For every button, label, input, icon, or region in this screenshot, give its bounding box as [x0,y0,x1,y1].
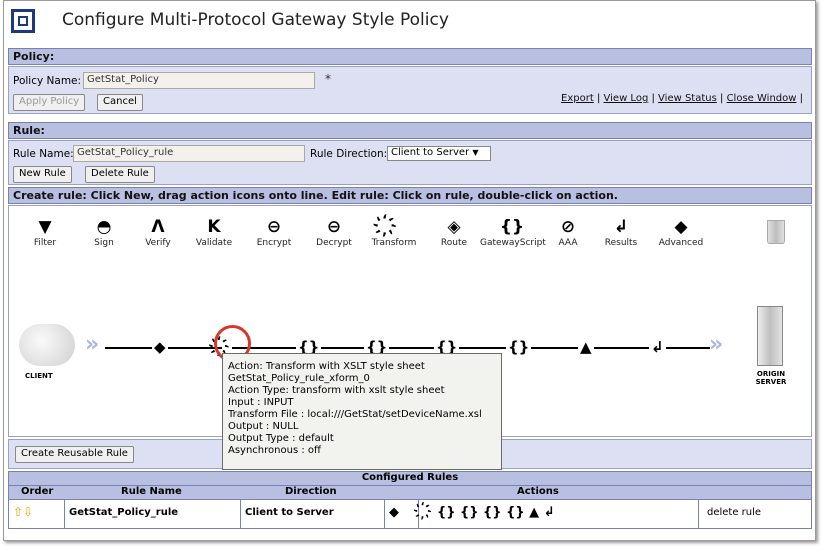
palette-label: Filter [33,238,57,248]
palette-label: Transform [371,238,417,248]
processing-rule-line [105,347,710,349]
client-label: CLIENT [25,372,53,380]
advanced-icon: ◆ [674,217,688,237]
tooltip-line: Output : NULL [228,421,299,432]
policy-name-label: Policy Name: [13,75,82,87]
decrypt-icon: ⊖ [326,217,342,237]
palette-validate[interactable]: K Validate [182,216,246,248]
rule-node-gatewayscript[interactable]: {} [506,334,532,360]
rule-name-input[interactable]: GetStat_Policy_rule [73,145,305,162]
configured-rules-table: Configured Rules Order Rule Name Directi… [8,471,812,529]
column-actions: Actions [517,486,559,497]
palette-results[interactable]: ↲ Results [589,216,653,248]
palette-route[interactable]: ◈ Route [422,216,486,248]
palette-filter[interactable]: ▼ Filter [13,216,77,248]
verify-icon: Λ [151,217,165,237]
palette-encrypt[interactable]: ⊖ Encrypt [242,216,306,248]
table-header: Order Rule Name Direction Actions [9,486,811,500]
match-action-icon[interactable]: ◆ [385,500,419,528]
delete-rule-button[interactable]: Delete Rule [85,166,155,183]
app-icon [11,9,35,33]
table-row[interactable]: ⇧⇩ GetStat_Policy_rule Client to Server … [9,500,811,528]
close-window-link[interactable]: Close Window [727,93,797,104]
actions-cell[interactable]: ҉ {} {} {} {} ▲ ↲ [419,500,699,528]
chevron-right-icon: » [85,332,100,357]
view-status-link[interactable]: View Status [658,93,717,104]
palette-decrypt[interactable]: ⊖ Decrypt [302,216,366,248]
origin-server-label: ORIGIN SERVER [755,370,787,386]
apply-policy-button[interactable]: Apply Policy [13,94,86,111]
page-title: Configure Multi-Protocol Gateway Style P… [62,10,449,30]
palette-advanced[interactable]: ◆ Advanced [649,216,713,248]
link-separator: | [720,93,724,104]
policy-name-input[interactable]: GetStat_Policy [83,72,315,89]
palette-transform[interactable]: ҉ Transform [362,216,426,248]
rule-name-label: Rule Name: [13,148,74,160]
palette-label: Validate [195,238,233,248]
cancel-button[interactable]: Cancel [97,94,143,111]
palette-label: Verify [145,238,171,248]
validate-icon: K [207,217,221,237]
palette-verify[interactable]: Λ Verify [126,216,190,248]
rule-section-header: Rule: [8,122,812,139]
new-rule-button[interactable]: New Rule [13,166,72,183]
rule-direction-select[interactable]: Client to Server ▼ [387,146,491,161]
column-direction: Direction [285,486,337,497]
palette-label: Decrypt [316,238,352,248]
rule-node-aaa[interactable]: ▲ [578,334,594,360]
origin-server-icon [757,306,783,366]
trash-icon[interactable] [767,220,785,244]
tooltip-line: Action Type: transform with xslt style s… [228,385,445,396]
tooltip-line: Action: Transform with XSLT style sheet [228,361,425,372]
rule-node-match[interactable]: ◆ [152,334,168,360]
rule-name-cell[interactable]: GetStat_Policy_rule [65,500,241,528]
policy-section-header: Policy: [8,48,812,65]
column-order: Order [21,486,54,497]
tooltip-line: GetStat_Policy_rule_xform_0 [228,373,370,384]
action-tooltip: Action: Transform with XSLT style sheet … [222,353,502,470]
encrypt-icon: ⊖ [266,217,282,237]
policy-window: Configure Multi-Protocol Gateway Style P… [3,0,816,541]
palette-label: AAA [558,238,578,248]
instructions-bar: Create rule: Click New, drag action icon… [8,187,812,204]
policy-links: Export | View Log | View Status | Close … [561,93,803,104]
palette-gatewayscript[interactable]: {} GatewayScript [480,216,546,248]
policy-panel: Policy Name: GetStat_Policy * Apply Poli… [8,66,812,114]
route-icon: ◈ [447,217,461,237]
required-marker: * [325,72,331,86]
tooltip-line: Input : INPUT [228,397,294,408]
title-bar: Configure Multi-Protocol Gateway Style P… [4,1,815,45]
gatewayscript-icon: {} [499,217,525,237]
palette-label: Sign [94,238,114,248]
rule-node-results[interactable]: ↲ [649,334,666,360]
palette-label: Encrypt [256,238,292,248]
tooltip-line: Output Type : default [228,433,334,444]
tooltip-line: Transform File : local:///GetStat/setDev… [228,409,482,420]
column-rule-name: Rule Name [121,486,182,497]
rule-panel: Rule Name: GetStat_Policy_rule Rule Dire… [8,140,812,185]
palette-label: Results [604,238,638,248]
filter-icon: ▼ [38,217,52,237]
order-arrows-icon[interactable]: ⇧⇩ [9,500,65,528]
rule-direction-label: Rule Direction: [310,148,388,160]
tooltip-line: Asynchronous : off [228,445,321,456]
delete-rule-link[interactable]: delete rule [699,500,811,528]
client-cloud-icon [19,324,75,366]
link-separator: | [651,93,655,104]
create-reusable-rule-button[interactable]: Create Reusable Rule [15,446,134,463]
export-link[interactable]: Export [561,93,594,104]
palette-label: Route [440,238,468,248]
chevron-right-icon: » [709,332,724,357]
link-separator: | [596,93,601,104]
direction-cell: Client to Server [241,500,385,528]
configured-rules-title: Configured Rules [9,472,811,486]
link-separator: | [799,93,803,104]
palette-label: Advanced [658,238,704,248]
chevron-down-icon: ▼ [472,148,479,157]
results-icon: ↲ [613,217,629,237]
view-log-link[interactable]: View Log [604,93,649,104]
rule-direction-value: Client to Server [391,147,470,158]
transform-icon: ҉ [390,217,398,237]
